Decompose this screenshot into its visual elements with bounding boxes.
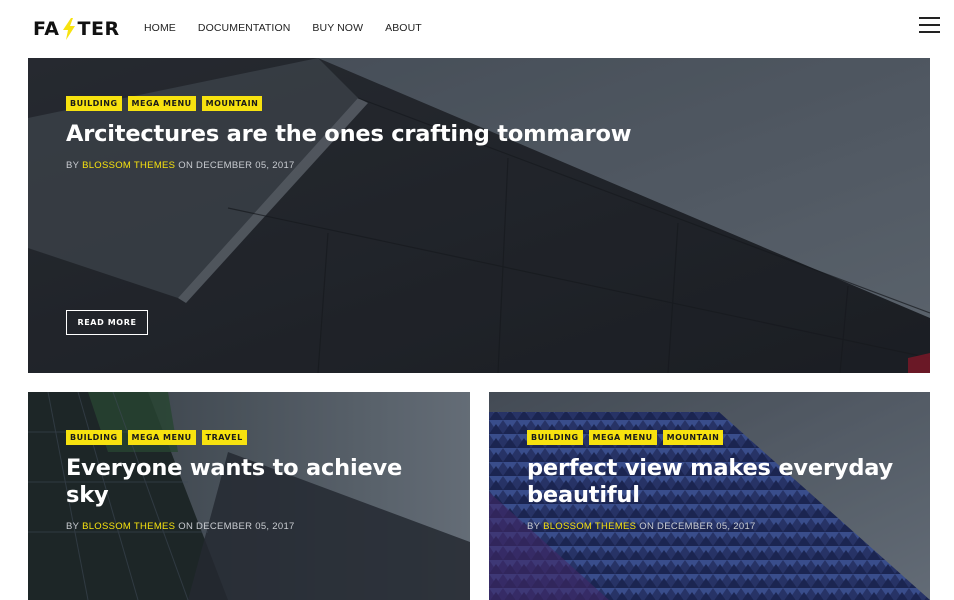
post-card[interactable]: BUILDING MEGA MENU MOUNTAIN perfect view… — [489, 392, 930, 600]
post-meta: BY BLOSSOM THEMES ON DECEMBER 05, 2017 — [527, 521, 910, 532]
post-date: ON DECEMBER 05, 2017 — [178, 521, 295, 532]
tag-mountain[interactable]: MOUNTAIN — [662, 430, 724, 445]
tag-mega-menu[interactable]: MEGA MENU — [588, 430, 657, 445]
site-logo[interactable]: FA TER — [33, 17, 120, 41]
nav-documentation[interactable]: DOCUMENTATION — [198, 22, 291, 34]
tag-building[interactable]: BUILDING — [66, 96, 122, 111]
featured-post[interactable]: BUILDING MEGA MENU MOUNTAIN Arcitectures… — [28, 58, 930, 373]
logo-text-right: TER — [77, 18, 120, 40]
post-date: ON DECEMBER 05, 2017 — [639, 521, 756, 532]
post-author[interactable]: BLOSSOM THEMES — [82, 160, 175, 171]
tag-list: BUILDING MEGA MENU MOUNTAIN — [66, 96, 910, 111]
logo-text-left: FA — [33, 18, 60, 40]
site-header: FA TER HOME DOCUMENTATION BUY NOW ABOUT — [0, 0, 954, 58]
hamburger-line — [919, 31, 940, 33]
meta-by: BY — [527, 521, 541, 532]
nav-buy-now[interactable]: BUY NOW — [312, 22, 363, 34]
hamburger-line — [919, 24, 940, 26]
tag-mega-menu[interactable]: MEGA MENU — [127, 96, 196, 111]
post-author[interactable]: BLOSSOM THEMES — [82, 521, 175, 532]
post-title[interactable]: perfect view makes everyday beautiful — [527, 455, 910, 509]
post-title[interactable]: Everyone wants to achieve sky — [66, 455, 450, 509]
featured-post-content: BUILDING MEGA MENU MOUNTAIN Arcitectures… — [66, 96, 910, 171]
tag-mega-menu[interactable]: MEGA MENU — [127, 430, 196, 445]
post-content: BUILDING MEGA MENU MOUNTAIN perfect view… — [527, 430, 910, 532]
read-more-button[interactable]: READ MORE — [66, 310, 148, 335]
post-meta: BY BLOSSOM THEMES ON DECEMBER 05, 2017 — [66, 160, 910, 171]
meta-by: BY — [66, 160, 80, 171]
nav-about[interactable]: ABOUT — [385, 22, 422, 34]
tag-list: BUILDING MEGA MENU TRAVEL — [66, 430, 450, 445]
post-title[interactable]: Arcitectures are the ones crafting tomma… — [66, 121, 910, 148]
tag-list: BUILDING MEGA MENU MOUNTAIN — [527, 430, 910, 445]
lightning-bolt-icon — [62, 18, 75, 40]
post-meta: BY BLOSSOM THEMES ON DECEMBER 05, 2017 — [66, 521, 450, 532]
meta-by: BY — [66, 521, 80, 532]
tag-building[interactable]: BUILDING — [527, 430, 583, 445]
post-card[interactable]: BUILDING MEGA MENU TRAVEL Everyone wants… — [28, 392, 470, 600]
tag-mountain[interactable]: MOUNTAIN — [201, 96, 263, 111]
post-content: BUILDING MEGA MENU TRAVEL Everyone wants… — [66, 430, 450, 532]
nav-home[interactable]: HOME — [144, 22, 176, 34]
post-date: ON DECEMBER 05, 2017 — [178, 160, 295, 171]
hamburger-line — [919, 17, 940, 19]
tag-travel[interactable]: TRAVEL — [201, 430, 247, 445]
hamburger-menu-icon[interactable] — [919, 17, 940, 33]
post-author[interactable]: BLOSSOM THEMES — [543, 521, 636, 532]
tag-building[interactable]: BUILDING — [66, 430, 122, 445]
main-nav: HOME DOCUMENTATION BUY NOW ABOUT — [144, 22, 444, 34]
